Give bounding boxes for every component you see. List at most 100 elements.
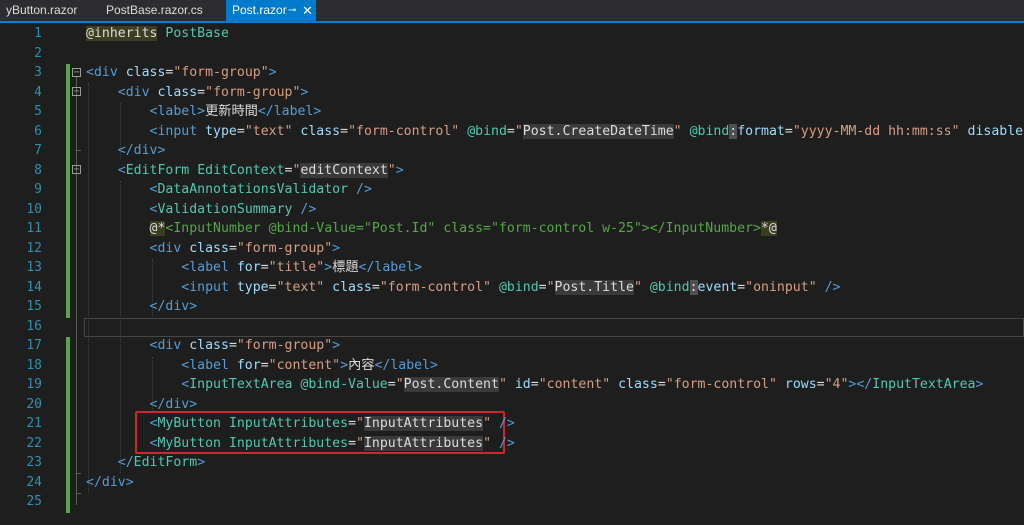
code-line[interactable]: 19 <InputTextArea @bind-Value="Post.Cont… <box>0 375 1024 395</box>
code-line[interactable]: 3 <div class="form-group"> <box>0 63 1024 83</box>
code-token: <div <box>117 84 158 100</box>
code-token: /> <box>498 416 515 431</box>
tab-label: Post.razor <box>232 3 287 17</box>
tab-mybutton-razor[interactable]: yButton.razor <box>0 0 92 21</box>
code-line[interactable]: 12 <div class="form-group"> <box>0 239 1024 259</box>
code-token: "4" <box>824 377 849 392</box>
code-token: class <box>300 123 341 139</box>
code-text[interactable]: <label for="title">標題</label> <box>86 258 422 278</box>
code-token: "content" <box>538 377 611 392</box>
code-text[interactable]: </div> <box>86 297 198 317</box>
code-line[interactable]: 22 <MyButton InputAttributes="InputAttri… <box>0 434 1024 454</box>
line-number: 24 <box>26 474 42 490</box>
code-token: </label> <box>374 357 438 373</box>
code-token: </div> <box>149 299 198 314</box>
code-token: "oninput" <box>745 279 817 295</box>
code-token: <div <box>149 338 190 353</box>
code-line[interactable]: 20 </div> <box>0 395 1024 415</box>
code-token: > <box>332 338 341 353</box>
code-text[interactable]: <input type="text" class="form-control" … <box>86 122 1024 142</box>
code-text[interactable]: <label>更新時間</label> <box>86 102 322 122</box>
code-line[interactable]: 21 <MyButton InputAttributes="InputAttri… <box>0 414 1024 434</box>
code-line[interactable]: 24 </div> <box>0 473 1024 493</box>
code-text[interactable]: </EditForm> <box>86 453 205 473</box>
code-line[interactable]: 18 <label for="content">內容</label> <box>0 356 1024 376</box>
code-text[interactable]: <input type="text" class="form-control" … <box>86 278 840 298</box>
code-text[interactable]: <DataAnnotationsValidator /> <box>86 180 372 200</box>
code-token: for <box>236 260 261 275</box>
code-token: class <box>189 240 229 256</box>
code-text[interactable]: <div class="form-group"> <box>86 83 309 103</box>
code-line[interactable]: 23 </EditForm> <box>0 453 1024 473</box>
line-number: 2 <box>34 45 42 61</box>
code-line[interactable]: 7 </div> <box>0 141 1024 161</box>
code-token: " <box>633 279 642 295</box>
code-text[interactable]: <ValidationSummary /> <box>86 200 317 220</box>
code-token: : <box>689 279 698 295</box>
code-text[interactable]: <div class="form-group"> <box>86 239 341 259</box>
code-token: " <box>356 435 364 451</box>
code-editor[interactable]: − − − 1 @inherits PostBase 2 3 <div class="f… <box>0 23 1024 525</box>
code-line[interactable]: 8 <EditForm EditContext="editContext"> <box>0 161 1024 181</box>
code-token: /> <box>300 201 317 217</box>
code-token: = <box>371 279 380 295</box>
code-line[interactable]: 10 <ValidationSummary /> <box>0 200 1024 220</box>
code-token: = <box>387 377 396 392</box>
code-token: @bind <box>467 123 507 139</box>
code-token: 標題 <box>332 260 359 275</box>
code-text[interactable]: <EditForm EditContext="editContext"> <box>86 161 404 181</box>
code-line[interactable]: 1 @inherits PostBase <box>0 24 1024 44</box>
code-text[interactable]: <div class="form-group"> <box>86 336 341 356</box>
code-line[interactable]: 25 <box>0 492 1024 512</box>
code-line[interactable]: 13 <label for="title">標題</label> <box>0 258 1024 278</box>
code-text[interactable]: <MyButton InputAttributes="InputAttribut… <box>86 414 515 434</box>
code-text[interactable]: </div> <box>86 141 166 161</box>
pin-icon[interactable]: ⊸ <box>288 0 296 21</box>
code-text[interactable]: @*<InputNumber @bind-Value="Post.Id" cla… <box>86 219 777 239</box>
code-token: = <box>260 357 269 373</box>
code-token: "form-group" <box>173 65 269 80</box>
code-token: = <box>228 240 237 256</box>
code-line[interactable]: 11 @*<InputNumber @bind-Value="Post.Id" … <box>0 219 1024 239</box>
code-text[interactable]: </div> <box>86 473 134 493</box>
code-text[interactable]: <MyButton InputAttributes="InputAttribut… <box>86 434 515 454</box>
code-token: </div> <box>149 396 198 412</box>
code-token: " <box>483 416 492 431</box>
code-line[interactable]: 2 <box>0 44 1024 64</box>
code-text[interactable]: <label for="content">內容</label> <box>86 356 438 376</box>
code-text[interactable]: </div> <box>86 395 198 415</box>
code-token: = <box>260 260 269 275</box>
code-token: </ <box>117 455 134 470</box>
code-token: EditContext <box>197 162 285 178</box>
code-line[interactable]: 4 <div class="form-group"> <box>0 83 1024 103</box>
code-text[interactable]: <InputTextArea @bind-Value="Post.Content… <box>86 375 983 395</box>
code-token: id <box>514 377 531 392</box>
code-text[interactable]: <div class="form-group"> <box>86 63 277 83</box>
code-line[interactable]: 9 <DataAnnotationsValidator /> <box>0 180 1024 200</box>
code-line[interactable]: 14 <input type="text" class="form-contro… <box>0 278 1024 298</box>
tab-postbase-razor-cs[interactable]: PostBase.razor.cs <box>100 0 218 21</box>
code-line[interactable]: 16 <box>0 317 1024 337</box>
code-token: <div <box>86 65 126 80</box>
code-token: DataAnnotationsValidator <box>157 182 349 197</box>
code-text[interactable]: @inherits PostBase <box>86 24 229 44</box>
close-icon[interactable]: ✕ <box>302 0 313 21</box>
code-token: InputAttributes <box>363 416 484 431</box>
code-line[interactable]: 6 <input type="text" class="form-control… <box>0 122 1024 142</box>
code-token: InputAttributes <box>363 435 484 451</box>
code-line[interactable]: 5 <label>更新時間</label> <box>0 102 1024 122</box>
code-token: = <box>197 84 206 100</box>
code-line[interactable]: 15 </div> <box>0 297 1024 317</box>
tab-post-razor[interactable]: Post.razor ⊸ ✕ <box>226 0 316 21</box>
code-line[interactable]: 17 <div class="form-group"> <box>0 336 1024 356</box>
